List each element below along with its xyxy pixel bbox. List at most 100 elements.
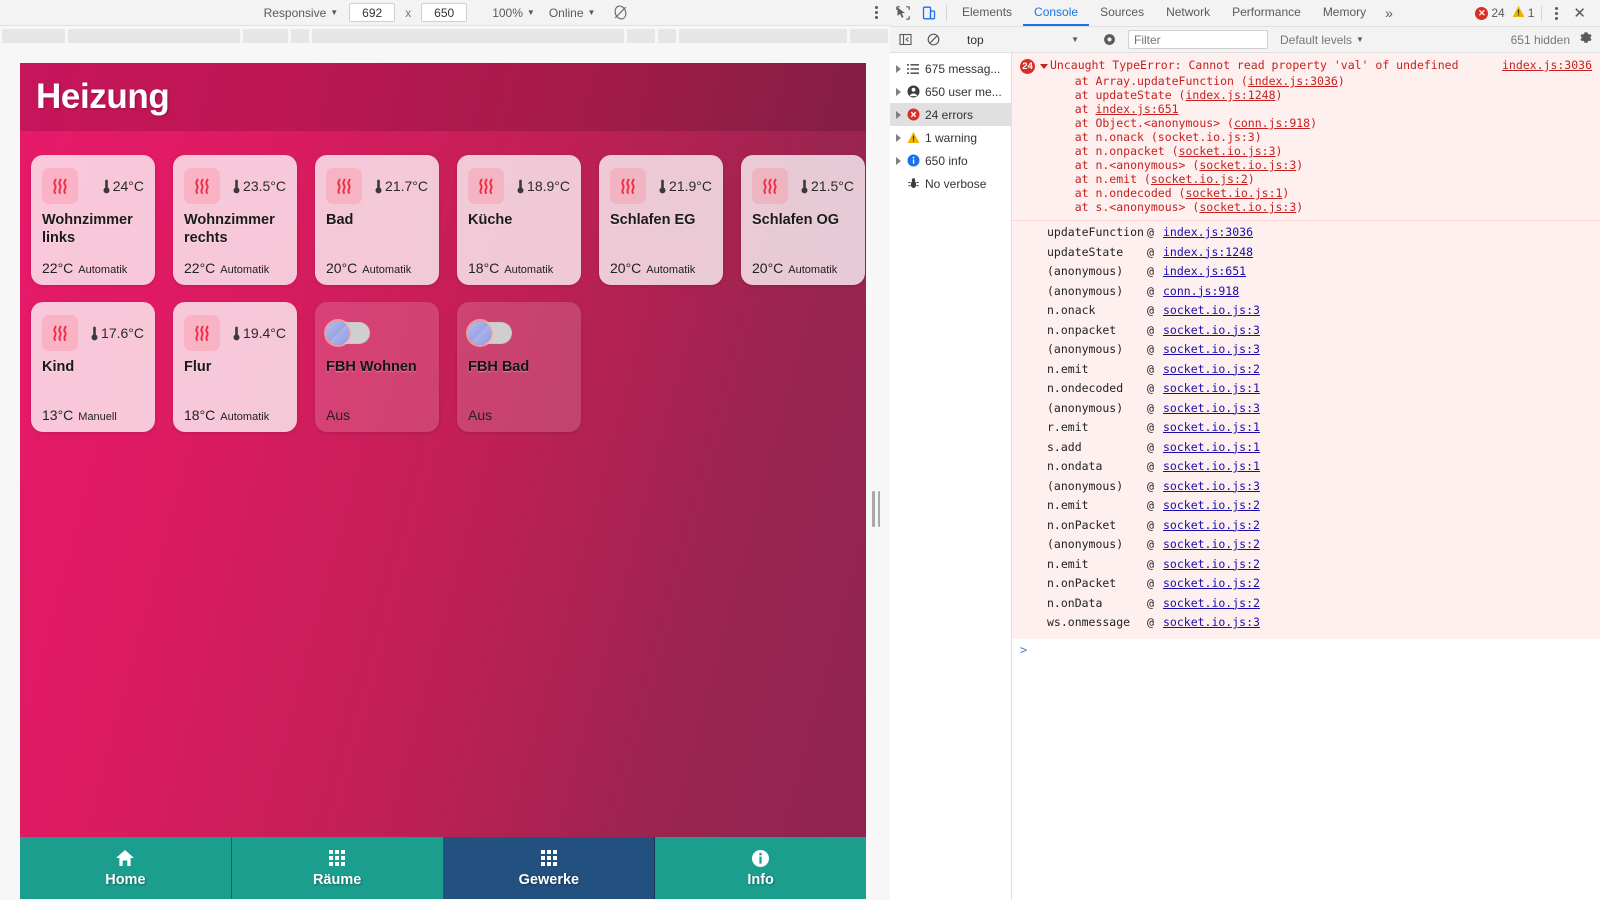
clear-console-icon[interactable] xyxy=(920,33,946,46)
card-title: Küche xyxy=(468,212,513,228)
zoom-select[interactable]: 100% ▼ xyxy=(489,5,538,21)
sidebar-row-verbose[interactable]: No verbose xyxy=(890,172,1011,195)
trace-link[interactable]: socket.io.js:3 xyxy=(1199,158,1296,172)
console-sidebar-icon[interactable] xyxy=(892,33,918,46)
device-card[interactable]: 21.7°C Bad 20°C Automatik xyxy=(315,155,439,285)
console-error-entry[interactable]: 24 Uncaught TypeError: Cannot read prope… xyxy=(1012,53,1600,221)
device-toolbar-more-button[interactable] xyxy=(875,6,878,19)
viewport-width-input[interactable] xyxy=(349,3,396,22)
trace-link[interactable]: socket.io.js:1 xyxy=(1185,186,1282,200)
sidebar-row-user-messages[interactable]: 650 user me... xyxy=(890,80,1011,103)
stack-link[interactable]: socket.io.js:1 xyxy=(1163,457,1260,477)
stack-link[interactable]: socket.io.js:2 xyxy=(1163,574,1260,594)
tab-performance[interactable]: Performance xyxy=(1221,0,1312,26)
stack-link[interactable]: socket.io.js:3 xyxy=(1163,613,1260,633)
trace-prefix: at xyxy=(1047,102,1096,116)
stack-link[interactable]: index.js:1248 xyxy=(1163,243,1253,263)
console-message-list[interactable]: 24 Uncaught TypeError: Cannot read prope… xyxy=(1012,53,1600,900)
inspect-element-icon[interactable] xyxy=(890,0,916,26)
trace-link[interactable]: index.js:3036 xyxy=(1248,74,1338,88)
error-count-badge[interactable]: ✕ 24 xyxy=(1475,6,1505,20)
device-card[interactable]: 23.5°C Wohnzimmer rechts 22°C Automatik xyxy=(173,155,297,285)
stack-link[interactable]: conn.js:918 xyxy=(1163,282,1239,302)
viewport-resize-handle-right[interactable] xyxy=(872,491,880,527)
chevron-right-icon[interactable] xyxy=(896,64,901,73)
stack-link[interactable]: socket.io.js:3 xyxy=(1163,399,1260,419)
sidebar-row-warnings[interactable]: 1 warning xyxy=(890,126,1011,149)
stack-at: @ xyxy=(1147,595,1154,610)
chevron-right-icon[interactable] xyxy=(896,156,901,165)
device-card[interactable]: 19.4°C Flur 18°C Automatik xyxy=(173,302,297,432)
tab-elements[interactable]: Elements xyxy=(951,0,1023,26)
toggle-switch-off-icon[interactable] xyxy=(468,321,512,345)
toggle-switch-off-icon[interactable] xyxy=(326,321,370,345)
nav-item-home[interactable]: Home xyxy=(20,837,232,899)
stack-link[interactable]: socket.io.js:1 xyxy=(1163,438,1260,458)
stack-link[interactable]: socket.io.js:3 xyxy=(1163,301,1260,321)
trace-link[interactable]: index.js:651 xyxy=(1095,102,1178,116)
device-preset-select[interactable]: Responsive ▼ xyxy=(261,5,342,21)
tab-sources[interactable]: Sources xyxy=(1089,0,1155,26)
nav-item-raume[interactable]: Räume xyxy=(231,837,444,899)
network-throttle-select[interactable]: Online ▼ xyxy=(546,5,599,21)
sidebar-row-errors[interactable]: 24 errors xyxy=(890,103,1011,126)
live-expression-icon[interactable] xyxy=(1096,33,1122,46)
error-source-link[interactable]: index.js:3036 xyxy=(1502,58,1592,72)
device-card[interactable]: 17.6°C Kind 13°C Manuell xyxy=(31,302,155,432)
execution-context-select[interactable]: top ▼ xyxy=(963,30,1083,49)
error-icon: ✕ xyxy=(1475,6,1489,20)
console-filter-input[interactable] xyxy=(1128,30,1268,49)
tab-memory[interactable]: Memory xyxy=(1312,0,1377,26)
chevron-right-icon[interactable] xyxy=(896,87,901,96)
stack-link[interactable]: socket.io.js:2 xyxy=(1163,594,1260,614)
chevron-right-icon[interactable] xyxy=(896,110,901,119)
stack-link[interactable]: socket.io.js:2 xyxy=(1163,516,1260,536)
device-card[interactable]: 18.9°C Küche 18°C Automatik xyxy=(457,155,581,285)
close-icon[interactable]: ✕ xyxy=(1567,6,1592,21)
chevron-double-right-icon[interactable]: » xyxy=(1377,0,1401,26)
console-prompt[interactable]: > xyxy=(1012,639,1600,657)
trace-link[interactable]: socket.io.js:3 xyxy=(1158,130,1255,144)
sidebar-row-messages[interactable]: 675 messag... xyxy=(890,57,1011,80)
chevron-down-icon[interactable] xyxy=(1040,64,1048,69)
setpoint-value: 22°C xyxy=(42,260,74,276)
settings-gear-icon[interactable] xyxy=(1572,31,1600,48)
customize-devtools-icon[interactable] xyxy=(1549,6,1564,20)
stack-link[interactable]: socket.io.js:3 xyxy=(1163,321,1260,341)
trace-link[interactable]: socket.io.js:3 xyxy=(1199,200,1296,214)
log-levels-select[interactable]: Default levels ▼ xyxy=(1280,33,1364,47)
stack-link[interactable]: socket.io.js:1 xyxy=(1163,379,1260,399)
stack-link[interactable]: socket.io.js:3 xyxy=(1163,340,1260,360)
warning-count-badge[interactable]: 1 xyxy=(1512,5,1534,21)
trace-link[interactable]: socket.io.js:3 xyxy=(1179,144,1276,158)
stack-link[interactable]: socket.io.js:2 xyxy=(1163,496,1260,516)
trace-link[interactable]: conn.js:918 xyxy=(1234,116,1310,130)
tab-console[interactable]: Console xyxy=(1023,0,1090,26)
stack-link[interactable]: index.js:651 xyxy=(1163,262,1246,282)
no-throttling-icon[interactable] xyxy=(612,4,629,21)
sidebar-row-info[interactable]: 650 info xyxy=(890,149,1011,172)
stack-link[interactable]: socket.io.js:3 xyxy=(1163,477,1260,497)
stack-link[interactable]: socket.io.js:2 xyxy=(1163,555,1260,575)
tab-network[interactable]: Network xyxy=(1155,0,1221,26)
stack-link[interactable]: index.js:3036 xyxy=(1163,223,1253,243)
device-card[interactable]: FBH Wohnen Aus xyxy=(315,302,439,432)
toggle-device-toolbar-icon[interactable] xyxy=(916,0,942,26)
nav-item-gewerke[interactable]: Gewerke xyxy=(443,837,656,899)
stack-at: @ xyxy=(1147,225,1154,239)
zoom-label: 100% xyxy=(492,5,523,20)
stack-link[interactable]: socket.io.js:1 xyxy=(1163,418,1260,438)
device-card[interactable]: 21.9°C Schlafen EG 20°C Automatik xyxy=(599,155,723,285)
error-trace-line: at Object.<anonymous> (conn.js:918) xyxy=(1012,116,1600,130)
viewport-height-input[interactable] xyxy=(421,3,468,22)
trace-link[interactable]: index.js:1248 xyxy=(1185,88,1275,102)
trace-link[interactable]: socket.io.js:2 xyxy=(1151,172,1248,186)
nav-item-info[interactable]: Info xyxy=(655,837,866,899)
stack-link[interactable]: socket.io.js:2 xyxy=(1163,360,1260,380)
device-card[interactable]: 21.5°C Schlafen OG 20°C Automatik xyxy=(741,155,865,285)
reading-value: 21.9°C xyxy=(669,178,712,194)
chevron-right-icon[interactable] xyxy=(896,133,901,142)
device-card[interactable]: FBH Bad Aus xyxy=(457,302,581,432)
stack-link[interactable]: socket.io.js:2 xyxy=(1163,535,1260,555)
device-card[interactable]: 24°C Wohnzimmer links 22°C Automatik xyxy=(31,155,155,285)
